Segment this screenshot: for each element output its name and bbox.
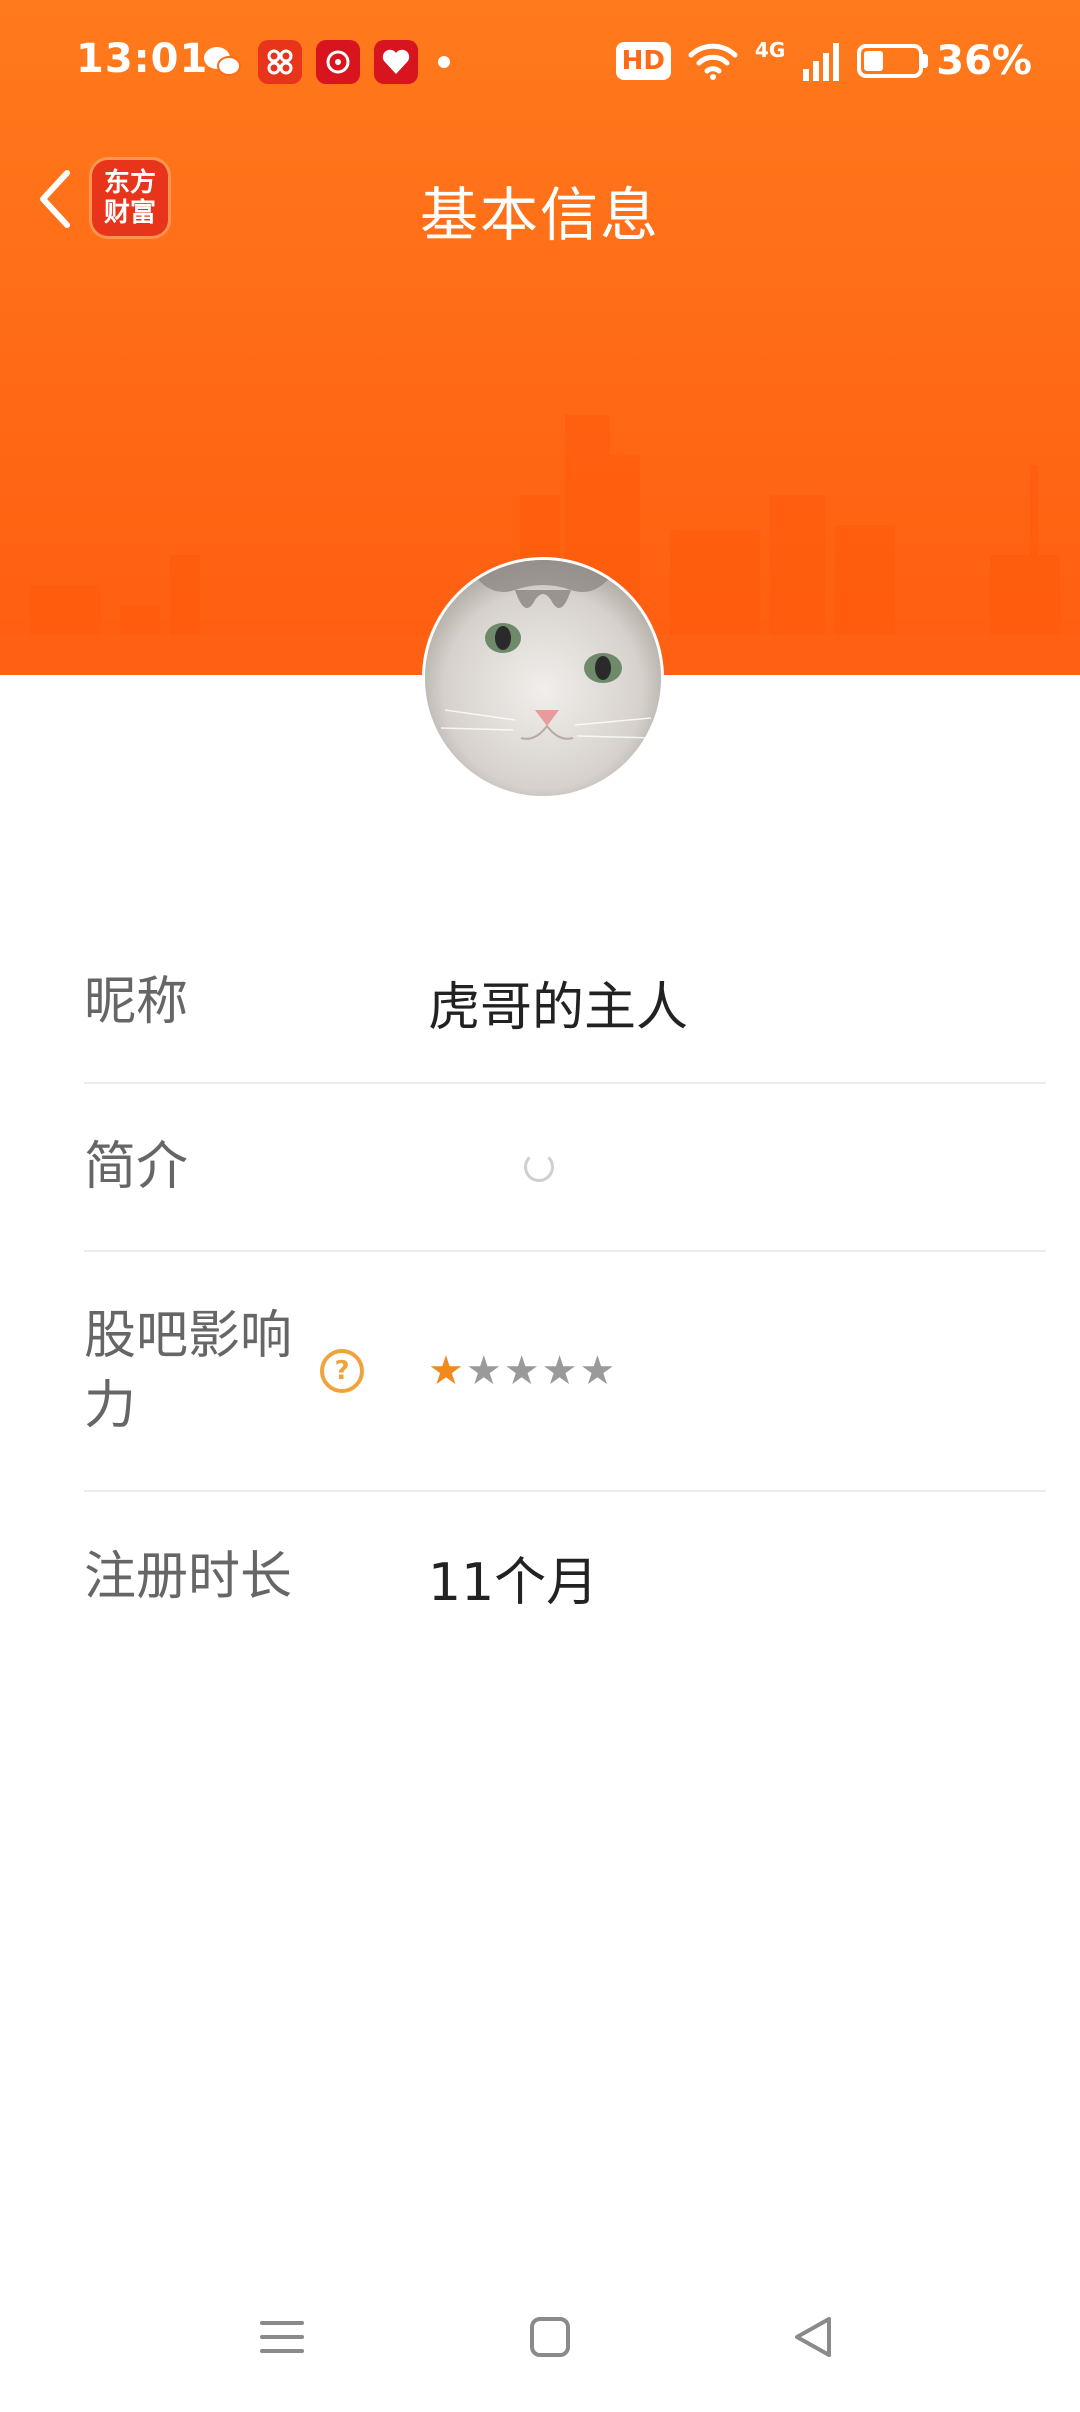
wifi-icon bbox=[688, 43, 738, 80]
info-row-intro[interactable]: 简介 bbox=[84, 1084, 1046, 1252]
influence-rating: ★ ★ ★ ★ ★ bbox=[428, 1351, 1046, 1391]
registration-label: 注册时长 bbox=[84, 1547, 293, 1607]
info-row-influence[interactable]: 股吧影响力 ? ★ ★ ★ ★ ★ bbox=[84, 1252, 1046, 1492]
notification-icons bbox=[200, 40, 450, 84]
star-filled-icon: ★ bbox=[428, 1348, 464, 1394]
star-empty-icon: ★ bbox=[503, 1348, 540, 1394]
menu-button[interactable] bbox=[242, 2302, 322, 2372]
battery-icon bbox=[857, 44, 924, 78]
influence-label-container: 股吧影响力 ? bbox=[84, 1301, 428, 1441]
square-home-icon bbox=[530, 2317, 570, 2357]
profile-info-list: 昵称 虎哥的主人 简介 股吧影响力 ? ★ ★ ★ ★ ★ 注册时长 11个月 bbox=[84, 922, 1046, 1662]
home-button[interactable] bbox=[510, 2302, 590, 2372]
system-status-icons: HD 4G 36% bbox=[615, 38, 1032, 84]
page-title: 基本信息 bbox=[419, 181, 660, 249]
battery-indicator: 36% bbox=[857, 38, 1032, 84]
menu-icon bbox=[260, 2321, 304, 2353]
star-empty-icon: ★ bbox=[579, 1348, 616, 1394]
nickname-label: 昵称 bbox=[84, 972, 189, 1032]
more-notifications-dot bbox=[438, 56, 450, 68]
intro-value bbox=[428, 1152, 1046, 1182]
question-circle-icon[interactable]: ? bbox=[320, 1349, 364, 1393]
battery-fill bbox=[864, 51, 884, 71]
app-grid-icon bbox=[258, 40, 302, 84]
wechat-icon bbox=[200, 40, 244, 84]
network-type: 4G bbox=[754, 38, 786, 62]
profile-info-screen: 13:01 HD 4G 36% 东方 财富 基本信息 昵称 虎哥的主人 简介 股… bbox=[0, 0, 1080, 2412]
netease-music-icon bbox=[316, 40, 360, 84]
cat-avatar-image bbox=[425, 560, 661, 796]
info-row-nickname[interactable]: 昵称 虎哥的主人 bbox=[84, 922, 1046, 1084]
loading-spinner-icon bbox=[524, 1152, 554, 1182]
info-row-registration: 注册时长 11个月 bbox=[84, 1492, 1046, 1662]
status-time: 13:01 bbox=[76, 36, 209, 82]
battery-percent: 36% bbox=[936, 38, 1032, 84]
star-rating: ★ ★ ★ ★ ★ bbox=[428, 1351, 1046, 1391]
hd-badge: HD bbox=[615, 42, 671, 80]
star-empty-icon: ★ bbox=[541, 1348, 578, 1394]
nickname-value: 虎哥的主人 bbox=[428, 977, 689, 1038]
influence-label: 股吧影响力 bbox=[84, 1306, 293, 1436]
star-empty-icon: ★ bbox=[465, 1348, 502, 1394]
status-bar: 13:01 HD 4G 36% bbox=[0, 0, 1080, 125]
system-back-button[interactable] bbox=[773, 2302, 853, 2372]
shopping-618-icon bbox=[374, 40, 418, 84]
triangle-back-icon bbox=[795, 2317, 831, 2357]
intro-label: 简介 bbox=[84, 1137, 189, 1197]
nav-bar: 东方 财富 基本信息 bbox=[0, 150, 1080, 250]
system-nav-bar bbox=[0, 2262, 1080, 2412]
registration-value: 11个月 bbox=[428, 1552, 599, 1613]
avatar[interactable] bbox=[422, 557, 664, 799]
signal-icon bbox=[803, 43, 840, 81]
battery-cap bbox=[923, 54, 929, 68]
